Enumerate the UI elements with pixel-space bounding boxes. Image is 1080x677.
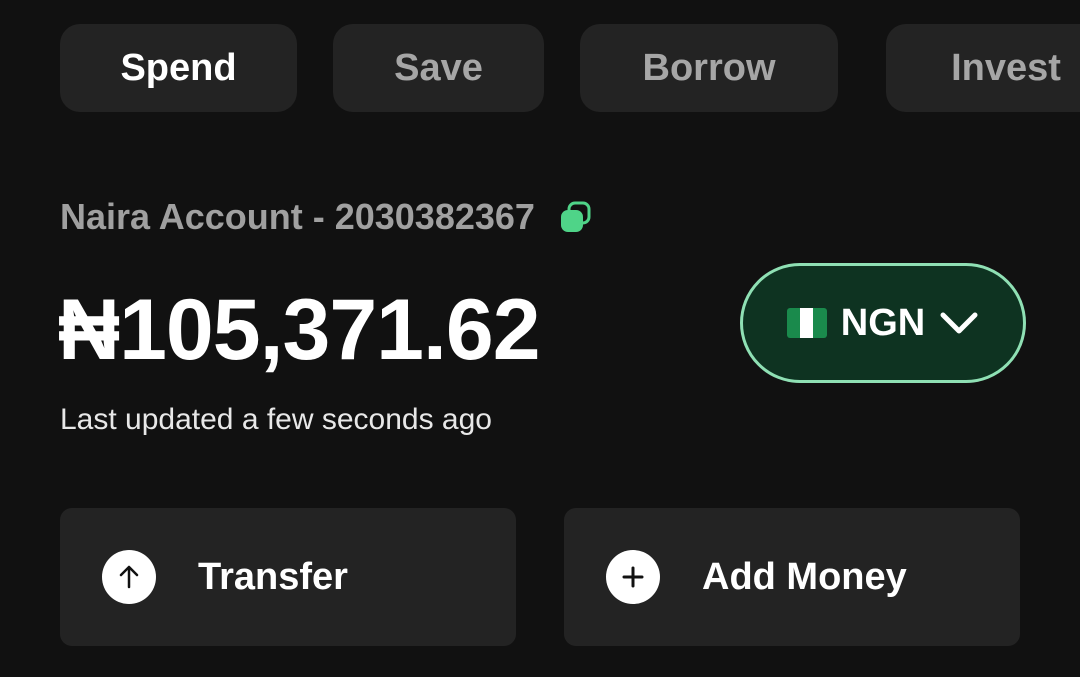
tab-save[interactable]: Save (333, 24, 544, 112)
currency-selector[interactable]: NGN (740, 263, 1026, 383)
copy-icon[interactable] (557, 199, 593, 235)
account-info: Naira Account - 2030382367 (60, 196, 593, 238)
add-money-button[interactable]: Add Money (564, 508, 1020, 646)
plus-icon (606, 550, 660, 604)
balance-amount: ₦105,371.62 (58, 282, 541, 378)
add-money-label: Add Money (702, 555, 907, 598)
product-tabs: Spend Save Borrow Invest (0, 0, 1080, 140)
arrow-up-icon (102, 550, 156, 604)
nigeria-flag-icon (786, 308, 827, 338)
transfer-button[interactable]: Transfer (60, 508, 516, 646)
chevron-down-icon (939, 310, 979, 336)
tab-invest[interactable]: Invest (886, 24, 1080, 112)
currency-code: NGN (840, 301, 926, 344)
transfer-label: Transfer (198, 555, 348, 598)
tab-spend[interactable]: Spend (60, 24, 297, 112)
tab-borrow[interactable]: Borrow (580, 24, 838, 112)
last-updated-text: Last updated a few seconds ago (60, 403, 492, 436)
account-label: Naira Account - 2030382367 (60, 196, 535, 237)
